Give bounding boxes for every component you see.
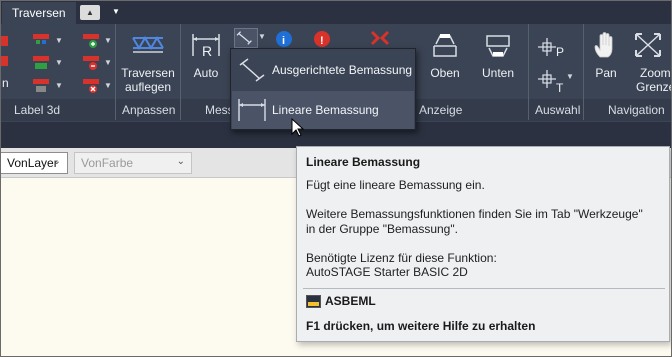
oben-label: Oben <box>430 66 460 80</box>
layer-combo-value: VonLayer <box>7 156 58 170</box>
menu-item-label: Ausgerichtete Bemassung <box>272 63 413 77</box>
group-label-navigation: Navigation <box>608 103 665 117</box>
label-remove-icon[interactable] <box>82 54 100 72</box>
auto-label: Auto <box>193 66 219 80</box>
command-line-icon <box>306 295 321 308</box>
label-3d-icon-a[interactable] <box>32 32 50 50</box>
label-add-icon[interactable] <box>82 32 100 50</box>
top-view-icon <box>433 34 457 57</box>
hand-icon <box>594 32 613 58</box>
truss-icon <box>132 36 164 53</box>
svg-text:P: P <box>556 45 564 59</box>
label-3d-icon-c[interactable] <box>32 77 50 95</box>
dimension-split-button[interactable] <box>234 28 258 48</box>
aligned-dimension-icon <box>239 58 265 82</box>
bottom-view-icon <box>486 35 510 57</box>
mouse-cursor-icon <box>291 118 305 137</box>
tooltip-license-label: Benötigte Lizenz für diese Funktion: <box>306 251 497 265</box>
cut-icon-1[interactable] <box>0 32 10 50</box>
traversen-auflegen-label-2: auflegen <box>124 80 172 94</box>
color-combo-value: VonFarbe <box>81 156 134 170</box>
auto-dimension-button[interactable]: R Auto <box>186 30 226 80</box>
svg-text:T: T <box>556 81 564 94</box>
group-label-anzeige: Anzeige <box>419 103 463 117</box>
truss-red-icon[interactable] <box>370 30 390 46</box>
ribbon-tab-strip: Traversen ▲ ▼ <box>0 0 672 24</box>
tooltip-more-info-1: Weitere Bemassungsfunktionen finden Sie … <box>306 207 643 221</box>
label-3d-dropdown-icon[interactable]: ▼ <box>55 36 63 45</box>
tooltip-lineare-bemassung: Lineare Bemassung Fügt eine lineare Bema… <box>296 146 670 342</box>
left-cut-button-label[interactable]: n <box>2 76 9 90</box>
group-label-anpassen: Anpassen <box>122 103 176 117</box>
unten-label: Unten <box>481 66 515 80</box>
menu-item-lineare-bemassung[interactable]: Lineare Bemassung <box>232 91 414 129</box>
auto-dimension-r: R <box>202 43 212 59</box>
traversen-auflegen-button[interactable]: Traversen auflegen <box>118 30 178 94</box>
zoom-label-2: Grenze <box>636 80 672 94</box>
chevron-down-icon: ⌄ <box>52 156 61 167</box>
unten-view-button[interactable]: Unten <box>478 30 518 80</box>
info-icon[interactable]: i <box>275 30 293 48</box>
tooltip-divider <box>303 288 665 289</box>
label-3d-dropdown-icon[interactable]: ▼ <box>55 58 63 67</box>
zoom-extents-button[interactable]: Zoom Grenze <box>632 30 672 94</box>
pan-label: Pan <box>595 66 617 80</box>
zoom-extents-icon <box>635 33 661 57</box>
linear-dimension-icon <box>238 99 266 121</box>
group-label-label3d: Label 3d <box>14 103 61 117</box>
pan-button[interactable]: Pan <box>588 30 624 80</box>
cut-icon-2[interactable] <box>0 52 10 70</box>
select-dropdown-icon[interactable]: ▼ <box>566 72 574 81</box>
dimension-dropdown-menu: Ausgerichtete Bemassung Lineare Bemassun… <box>230 48 416 130</box>
quick-access-chevron-icon: ▼ <box>112 7 120 16</box>
tooltip-more-info-2: in der Gruppe "Bemassung". <box>306 222 458 236</box>
tooltip-description: Fügt eine lineare Bemassung ein. <box>306 178 485 192</box>
error-icon[interactable]: ! <box>313 30 331 48</box>
tooltip-title: Lineare Bemassung <box>306 155 421 169</box>
label-add-dropdown-icon[interactable]: ▼ <box>104 36 112 45</box>
auto-dimension-icon: R <box>192 34 220 59</box>
label-3d-icon-b[interactable] <box>32 54 50 72</box>
svg-text:!: ! <box>320 35 324 47</box>
color-combo: VonFarbe ⌄ <box>74 152 192 174</box>
menu-item-label: Lineare Bemassung <box>272 103 379 117</box>
dimension-dropdown-icon[interactable]: ▼ <box>258 32 266 41</box>
group-separator <box>115 24 116 120</box>
tooltip-license-value: AutoSTAGE Starter BASIC 2D <box>306 265 468 279</box>
label-delete-dropdown-icon[interactable]: ▼ <box>104 81 112 90</box>
chevron-down-icon: ⌄ <box>176 156 185 167</box>
svg-text:i: i <box>282 35 285 47</box>
label-delete-icon[interactable] <box>82 77 100 95</box>
group-separator <box>583 24 584 120</box>
traversen-auflegen-label-1: Traversen <box>121 66 175 80</box>
layer-combo[interactable]: VonLayer ⌄ <box>0 152 68 174</box>
tab-traversen-label: Traversen <box>12 6 66 20</box>
tooltip-command-name: ASBEML <box>325 294 376 308</box>
select-point-icon[interactable]: P <box>536 36 566 60</box>
quick-access-button[interactable]: ▲ ▼ <box>80 5 120 20</box>
oben-view-button[interactable]: Oben <box>425 30 465 80</box>
zoom-label-1: Zoom <box>640 66 671 80</box>
group-label-auswahl: Auswahl <box>535 103 581 117</box>
tooltip-help-hint: F1 drücken, um weitere Hilfe zu erhalten <box>306 319 536 333</box>
label-remove-dropdown-icon[interactable]: ▼ <box>104 58 112 67</box>
menu-item-ausgerichtete-bemassung[interactable]: Ausgerichtete Bemassung <box>232 51 414 89</box>
label-3d-dropdown-icon[interactable]: ▼ <box>55 81 63 90</box>
tab-traversen[interactable]: Traversen <box>2 2 76 24</box>
group-separator <box>180 24 181 120</box>
quick-access-icon: ▲ <box>86 8 94 17</box>
group-separator <box>528 24 529 120</box>
select-tangent-icon[interactable]: T <box>536 68 566 94</box>
